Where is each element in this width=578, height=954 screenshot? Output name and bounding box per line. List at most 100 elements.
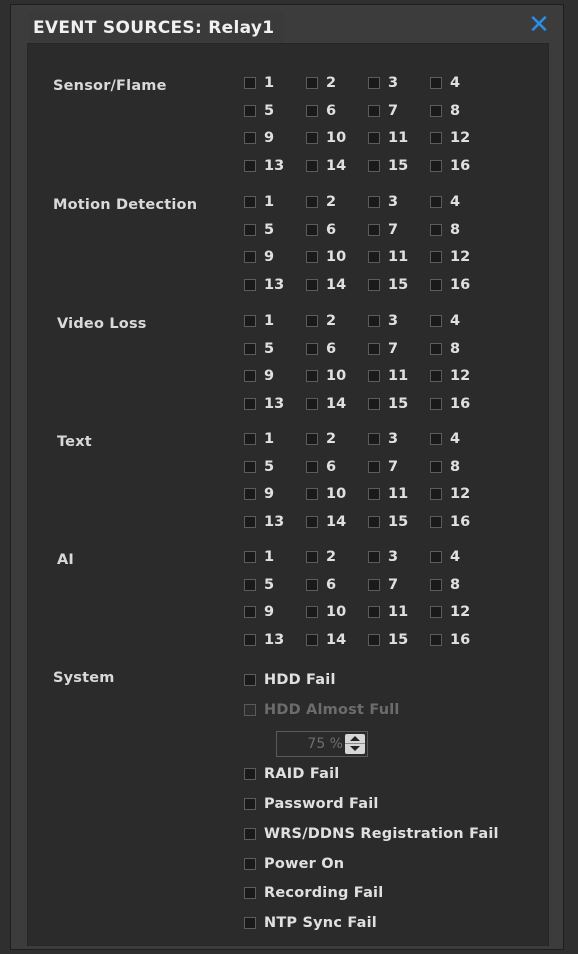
- checkbox-icon[interactable]: [430, 370, 442, 382]
- channel-checkbox[interactable]: 13: [244, 157, 284, 175]
- checkbox-icon[interactable]: [306, 251, 318, 263]
- checkbox-icon[interactable]: [430, 579, 442, 591]
- channel-checkbox[interactable]: 8: [430, 221, 460, 239]
- checkbox-icon[interactable]: [244, 798, 256, 810]
- checkbox-icon[interactable]: [306, 433, 318, 445]
- checkbox-icon[interactable]: [244, 398, 256, 410]
- channel-checkbox[interactable]: 2: [306, 548, 336, 566]
- checkbox-icon[interactable]: [368, 370, 380, 382]
- checkbox-icon[interactable]: [430, 77, 442, 89]
- checkbox-icon[interactable]: [244, 551, 256, 563]
- checkbox-icon[interactable]: [430, 251, 442, 263]
- channel-checkbox[interactable]: 14: [306, 631, 346, 649]
- channel-checkbox[interactable]: 3: [368, 74, 398, 92]
- checkbox-icon[interactable]: [244, 370, 256, 382]
- channel-checkbox[interactable]: 13: [244, 276, 284, 294]
- checkbox-icon[interactable]: [244, 634, 256, 646]
- checkbox-icon[interactable]: [430, 160, 442, 172]
- checkbox-icon[interactable]: [244, 488, 256, 500]
- checkbox-icon[interactable]: [244, 315, 256, 327]
- channel-checkbox[interactable]: 12: [430, 367, 470, 385]
- checkbox-icon[interactable]: [244, 917, 256, 929]
- checkbox-icon[interactable]: [244, 461, 256, 473]
- checkbox-icon[interactable]: [430, 516, 442, 528]
- checkbox-icon[interactable]: [306, 606, 318, 618]
- checkbox-icon[interactable]: [306, 160, 318, 172]
- checkbox-icon[interactable]: [244, 224, 256, 236]
- channel-checkbox[interactable]: 13: [244, 395, 284, 413]
- checkbox-icon[interactable]: [430, 634, 442, 646]
- checkbox-icon[interactable]: [306, 579, 318, 591]
- checkbox-icon[interactable]: [306, 279, 318, 291]
- checkbox-icon[interactable]: [368, 488, 380, 500]
- channel-checkbox[interactable]: 16: [430, 513, 470, 531]
- checkbox-icon[interactable]: [368, 224, 380, 236]
- checkbox-icon[interactable]: [306, 398, 318, 410]
- checkbox-icon[interactable]: [368, 398, 380, 410]
- checkbox-icon[interactable]: [306, 224, 318, 236]
- channel-checkbox[interactable]: 10: [306, 367, 346, 385]
- channel-checkbox[interactable]: 11: [368, 129, 408, 147]
- checkbox-icon[interactable]: [306, 343, 318, 355]
- system-recording-fail[interactable]: Recording Fail: [244, 884, 383, 902]
- channel-checkbox[interactable]: 4: [430, 193, 460, 211]
- channel-checkbox[interactable]: 14: [306, 395, 346, 413]
- channel-checkbox[interactable]: 5: [244, 340, 274, 358]
- checkbox-icon[interactable]: [306, 634, 318, 646]
- channel-checkbox[interactable]: 12: [430, 485, 470, 503]
- channel-checkbox[interactable]: 7: [368, 576, 398, 594]
- system-hdd-fail[interactable]: HDD Fail: [244, 671, 336, 689]
- channel-checkbox[interactable]: 11: [368, 485, 408, 503]
- system-raid-fail[interactable]: RAID Fail: [244, 765, 339, 783]
- channel-checkbox[interactable]: 5: [244, 576, 274, 594]
- checkbox-icon[interactable]: [368, 551, 380, 563]
- checkbox-icon[interactable]: [368, 105, 380, 117]
- channel-checkbox[interactable]: 7: [368, 221, 398, 239]
- channel-checkbox[interactable]: 1: [244, 74, 274, 92]
- channel-checkbox[interactable]: 9: [244, 129, 274, 147]
- checkbox-icon[interactable]: [368, 279, 380, 291]
- checkbox-icon[interactable]: [430, 433, 442, 445]
- checkbox-icon[interactable]: [306, 488, 318, 500]
- checkbox-icon[interactable]: [430, 315, 442, 327]
- channel-checkbox[interactable]: 5: [244, 102, 274, 120]
- checkbox-icon[interactable]: [430, 606, 442, 618]
- checkbox-icon[interactable]: [244, 887, 256, 899]
- checkbox-icon[interactable]: [430, 279, 442, 291]
- checkbox-icon[interactable]: [244, 579, 256, 591]
- checkbox-icon[interactable]: [306, 315, 318, 327]
- checkbox-icon[interactable]: [306, 551, 318, 563]
- system-wrs-ddns-registration-fail[interactable]: WRS/DDNS Registration Fail: [244, 825, 499, 843]
- checkbox-icon[interactable]: [306, 196, 318, 208]
- channel-checkbox[interactable]: 6: [306, 458, 336, 476]
- checkbox-icon[interactable]: [368, 606, 380, 618]
- channel-checkbox[interactable]: 15: [368, 513, 408, 531]
- checkbox-icon[interactable]: [368, 132, 380, 144]
- channel-checkbox[interactable]: 11: [368, 248, 408, 266]
- channel-checkbox[interactable]: 14: [306, 157, 346, 175]
- checkbox-icon[interactable]: [368, 251, 380, 263]
- checkbox-icon[interactable]: [368, 196, 380, 208]
- checkbox-icon[interactable]: [368, 77, 380, 89]
- checkbox-icon[interactable]: [306, 516, 318, 528]
- checkbox-icon[interactable]: [430, 551, 442, 563]
- channel-checkbox[interactable]: 3: [368, 193, 398, 211]
- checkbox-icon[interactable]: [306, 461, 318, 473]
- checkbox-icon[interactable]: [244, 768, 256, 780]
- checkbox-icon[interactable]: [368, 315, 380, 327]
- channel-checkbox[interactable]: 5: [244, 458, 274, 476]
- channel-checkbox[interactable]: 10: [306, 485, 346, 503]
- channel-checkbox[interactable]: 8: [430, 102, 460, 120]
- stepper-down-button[interactable]: [345, 744, 365, 754]
- channel-checkbox[interactable]: 7: [368, 458, 398, 476]
- channel-checkbox[interactable]: 2: [306, 193, 336, 211]
- checkbox-icon[interactable]: [430, 488, 442, 500]
- checkbox-icon[interactable]: [244, 160, 256, 172]
- channel-checkbox[interactable]: 4: [430, 430, 460, 448]
- channel-checkbox[interactable]: 8: [430, 458, 460, 476]
- checkbox-icon[interactable]: [244, 858, 256, 870]
- channel-checkbox[interactable]: 16: [430, 395, 470, 413]
- channel-checkbox[interactable]: 16: [430, 157, 470, 175]
- checkbox-icon[interactable]: [430, 132, 442, 144]
- channel-checkbox[interactable]: 6: [306, 102, 336, 120]
